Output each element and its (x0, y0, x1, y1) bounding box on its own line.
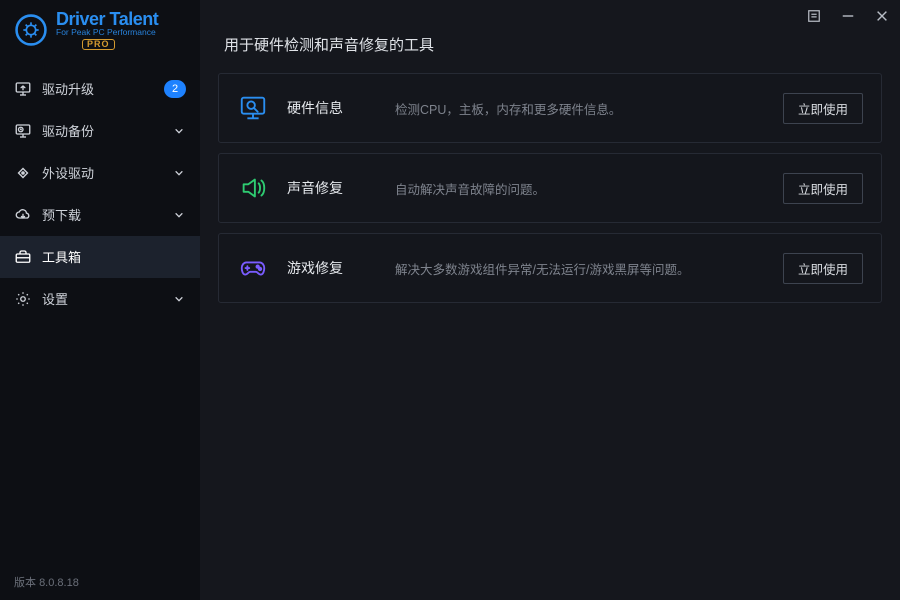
tool-row-game-repair: 游戏修复 解决大多数游戏组件异常/无法运行/游戏黑屏等问题。 立即使用 (218, 233, 882, 303)
version-number: 8.0.8.18 (39, 577, 79, 589)
sidebar-item-label: 设置 (42, 289, 172, 308)
tool-desc: 检测CPU，主板，内存和更多硬件信息。 (395, 99, 765, 118)
tool-name: 声音修复 (287, 178, 377, 198)
sidebar-item-predownload[interactable]: 预下载 (0, 194, 200, 236)
nav: 驱动升级 2 驱动备份 (0, 68, 200, 565)
sidebar-item-settings[interactable]: 设置 (0, 278, 200, 320)
page-title: 用于硬件检测和声音修复的工具 (200, 0, 900, 73)
tool-list: 硬件信息 检测CPU，主板，内存和更多硬件信息。 立即使用 声音修复 自动解决声… (200, 73, 900, 313)
menu-icon[interactable] (804, 6, 824, 26)
peripheral-icon (14, 164, 32, 182)
sidebar-item-label: 工具箱 (42, 247, 186, 266)
toolbox-icon (14, 248, 32, 266)
tool-desc: 自动解决声音故障的问题。 (395, 179, 765, 198)
version-prefix: 版本 (14, 577, 36, 589)
chevron-down-icon (172, 166, 186, 180)
sidebar-item-label: 驱动备份 (42, 121, 172, 140)
window-controls (804, 6, 892, 26)
monitor-up-icon (14, 80, 32, 98)
chevron-down-icon (172, 124, 186, 138)
sidebar-item-driver-upgrade[interactable]: 驱动升级 2 (0, 68, 200, 110)
main-panel: 用于硬件检测和声音修复的工具 硬件信息 检测CPU，主板，内存和更多硬件信息。 … (200, 0, 900, 600)
use-now-button[interactable]: 立即使用 (783, 93, 863, 124)
tool-name: 硬件信息 (287, 98, 377, 118)
sidebar-item-label: 外设驱动 (42, 163, 172, 182)
sidebar-item-driver-backup[interactable]: 驱动备份 (0, 110, 200, 152)
version-label: 版本 8.0.8.18 (0, 564, 200, 600)
close-icon[interactable] (872, 6, 892, 26)
backup-icon (14, 122, 32, 140)
use-now-button[interactable]: 立即使用 (783, 253, 863, 284)
app-edition-badge: PRO (82, 39, 115, 50)
gear-icon (14, 290, 32, 308)
tool-name: 游戏修复 (287, 258, 377, 278)
tool-row-sound-repair: 声音修复 自动解决声音故障的问题。 立即使用 (218, 153, 882, 223)
use-now-button[interactable]: 立即使用 (783, 173, 863, 204)
sidebar-item-peripheral[interactable]: 外设驱动 (0, 152, 200, 194)
sidebar-item-label: 预下载 (42, 205, 172, 224)
tool-row-hardware-info: 硬件信息 检测CPU，主板，内存和更多硬件信息。 立即使用 (218, 73, 882, 143)
app-tagline: For Peak PC Performance (56, 28, 158, 37)
cloud-download-icon (14, 206, 32, 224)
sidebar-item-toolbox[interactable]: 工具箱 (0, 236, 200, 278)
sound-repair-icon (237, 172, 269, 204)
chevron-down-icon (172, 292, 186, 306)
sidebar-item-label: 驱动升级 (42, 79, 164, 98)
minimize-icon[interactable] (838, 6, 858, 26)
app-logo-icon (14, 13, 48, 47)
app-root: Driver Talent For Peak PC Performance PR… (0, 0, 900, 600)
hardware-info-icon (237, 92, 269, 124)
tool-desc: 解决大多数游戏组件异常/无法运行/游戏黑屏等问题。 (395, 259, 765, 278)
app-name: Driver Talent (56, 10, 158, 28)
update-count-badge: 2 (164, 80, 186, 98)
logo-area: Driver Talent For Peak PC Performance PR… (0, 0, 200, 68)
sidebar: Driver Talent For Peak PC Performance PR… (0, 0, 200, 600)
logo-text: Driver Talent For Peak PC Performance PR… (56, 10, 158, 50)
game-repair-icon (237, 252, 269, 284)
chevron-down-icon (172, 208, 186, 222)
